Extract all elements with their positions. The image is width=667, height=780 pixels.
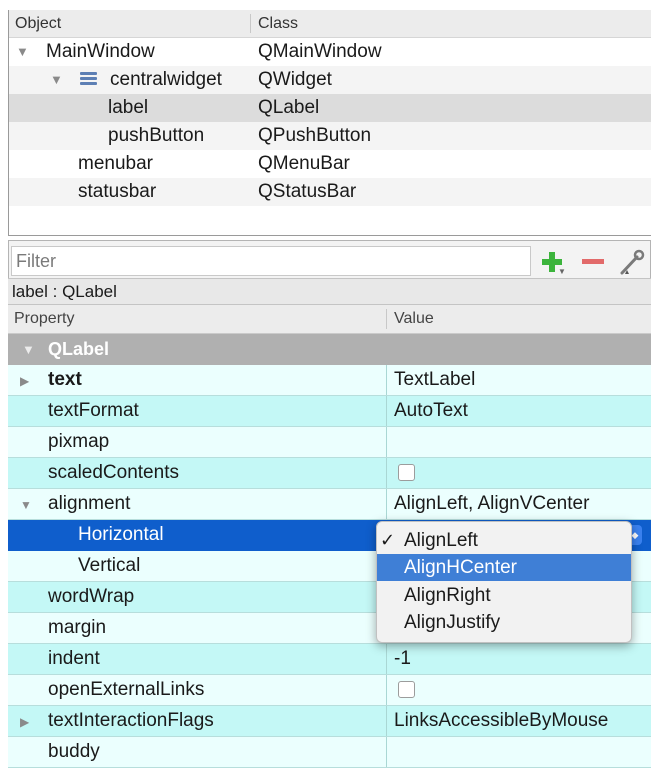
filter-toolbar: ▼ [8, 240, 651, 278]
group-name: QLabel [48, 339, 110, 359]
panel-border [8, 235, 651, 236]
property-name: alignment [48, 493, 131, 514]
object-class: QPushButton [258, 125, 372, 146]
tree-row-centralwidget[interactable]: ▼ centralwidget QWidget [8, 66, 651, 94]
object-class: QLabel [258, 97, 320, 118]
object-name: statusbar [78, 181, 157, 202]
property-value[interactable]: AlignLeft, AlignVCenter [394, 493, 589, 515]
menu-item-label: AlignRight [404, 585, 491, 606]
column-separator[interactable] [250, 14, 251, 33]
menu-item-alignjustify[interactable]: AlignJustify [377, 609, 631, 636]
tree-row-statusbar[interactable]: statusbar QStatusBar [8, 178, 651, 206]
object-name: centralwidget [110, 69, 222, 90]
tree-row-menubar[interactable]: menubar QMenuBar [8, 150, 651, 178]
property-name: buddy [48, 741, 100, 762]
expand-arrow-down-icon[interactable]: ▼ [20, 498, 32, 512]
property-row-openexternallinks[interactable]: openExternalLinks [8, 675, 651, 706]
selected-object-label: label : QLabel [8, 278, 651, 305]
menu-item-label: AlignHCenter [404, 557, 517, 578]
property-name: pixmap [48, 431, 110, 452]
property-table-header: Property Value [8, 305, 651, 334]
column-header-value[interactable]: Value [394, 310, 434, 328]
object-name: MainWindow [46, 41, 155, 62]
menu-item-label: AlignLeft [404, 530, 478, 551]
column-separator[interactable] [386, 309, 387, 329]
property-name: wordWrap [48, 586, 135, 607]
property-value[interactable]: -1 [394, 648, 411, 670]
object-class: QStatusBar [258, 181, 357, 202]
qt-designer-panels: Object Class ▼ MainWindow QMainWindow ▼ … [8, 10, 651, 770]
expand-arrow-down-icon[interactable]: ▼ [50, 72, 63, 87]
object-tree-header: Object Class [8, 10, 651, 38]
column-header-object[interactable]: Object [15, 15, 61, 33]
property-name: textInteractionFlags [48, 710, 214, 731]
menu-item-alignright[interactable]: AlignRight [377, 582, 631, 609]
property-name: Horizontal [78, 524, 164, 545]
property-row-buddy[interactable]: buddy [8, 737, 651, 768]
menu-item-alignhcenter[interactable]: AlignHCenter [377, 554, 631, 581]
property-name: indent [48, 648, 100, 669]
object-inspector: Object Class ▼ MainWindow QMainWindow ▼ … [8, 10, 651, 236]
expand-arrow-right-icon[interactable]: ▶ [20, 715, 29, 729]
minus-icon[interactable] [581, 249, 607, 275]
column-header-class[interactable]: Class [258, 15, 298, 33]
property-row-scaledcontents[interactable]: scaledContents [8, 458, 651, 489]
property-name: Vertical [78, 555, 141, 576]
tree-row-label[interactable]: label QLabel [8, 94, 651, 122]
object-name: label [108, 97, 149, 118]
expand-arrow-right-icon[interactable]: ▶ [20, 374, 29, 388]
tree-row-mainwindow[interactable]: ▼ MainWindow QMainWindow [8, 38, 651, 66]
property-name: scaledContents [48, 462, 179, 483]
property-value[interactable]: LinksAccessibleByMouse [394, 710, 608, 732]
object-name: pushButton [108, 125, 205, 146]
property-value[interactable]: TextLabel [394, 369, 475, 391]
property-group-qlabel[interactable]: ▼ QLabel [8, 334, 651, 365]
object-class: QWidget [258, 69, 332, 90]
alignment-dropdown-menu: ✓ AlignLeft AlignHCenter AlignRight Alig… [376, 521, 632, 643]
property-row-alignment[interactable]: ▼ alignment AlignLeft, AlignVCenter [8, 489, 651, 520]
property-value[interactable]: AutoText [394, 400, 468, 422]
wrench-icon[interactable] [617, 249, 647, 275]
scaledcontents-checkbox[interactable] [398, 464, 415, 481]
plus-icon[interactable]: ▼ [540, 249, 566, 276]
panel-border [8, 10, 9, 236]
property-name: margin [48, 617, 107, 638]
layout-icon [80, 72, 97, 87]
object-class: QMainWindow [258, 41, 382, 62]
tree-row-pushbutton[interactable]: pushButton QPushButton [8, 122, 651, 150]
property-row-indent[interactable]: indent -1 [8, 644, 651, 675]
menu-item-alignleft[interactable]: ✓ AlignLeft [377, 527, 631, 554]
property-row-pixmap[interactable]: pixmap [8, 427, 651, 458]
column-header-property[interactable]: Property [14, 310, 74, 328]
expand-arrow-down-icon[interactable]: ▼ [22, 342, 35, 357]
property-row-textformat[interactable]: textFormat AutoText [8, 396, 651, 427]
openexternallinks-checkbox[interactable] [398, 681, 415, 698]
property-name: text [48, 369, 82, 390]
filter-input[interactable] [11, 246, 531, 276]
checkmark-icon: ✓ [380, 530, 396, 550]
expand-arrow-down-icon[interactable]: ▼ [16, 44, 29, 59]
property-name: openExternalLinks [48, 679, 205, 700]
property-name: textFormat [48, 400, 139, 421]
object-class: QMenuBar [258, 153, 350, 174]
object-name: menubar [78, 153, 153, 174]
property-editor: ▼ label : QLabel Property Value ▼ QLabel [8, 240, 651, 770]
property-row-text[interactable]: ▶ text TextLabel [8, 365, 651, 396]
menu-item-label: AlignJustify [404, 612, 501, 633]
property-row-textinteractionflags[interactable]: ▶ textInteractionFlags LinksAccessibleBy… [8, 706, 651, 737]
